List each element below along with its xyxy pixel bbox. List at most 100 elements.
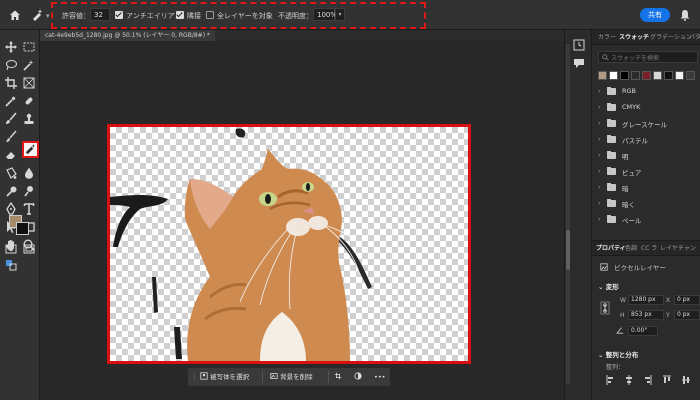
align-middle-icon[interactable] xyxy=(682,375,690,385)
align-left-icon[interactable] xyxy=(606,375,614,385)
recent-color-swatch[interactable] xyxy=(642,71,651,80)
blur-tool-icon[interactable] xyxy=(22,166,36,180)
recent-color-swatch[interactable] xyxy=(686,71,695,80)
gradient-tool-icon[interactable] xyxy=(4,166,18,180)
swatch-group-item[interactable]: › 明 xyxy=(598,150,698,162)
brush-tool-icon[interactable] xyxy=(4,112,18,126)
recent-color-swatch[interactable] xyxy=(609,71,618,80)
tool-preset-caret-icon[interactable]: ▾ xyxy=(46,12,50,20)
tab-swatches[interactable]: スウォッチ xyxy=(619,30,649,45)
eraser-tool-icon[interactable] xyxy=(4,148,18,162)
history-brush-tool-icon[interactable] xyxy=(4,130,18,144)
recent-color-swatch[interactable] xyxy=(620,71,629,80)
select-subject-button[interactable]: 被写体を選択 xyxy=(200,370,249,384)
swatch-group-item[interactable]: › CMYK xyxy=(598,102,698,114)
crop-options-icon[interactable] xyxy=(334,370,342,384)
adjustment-icon[interactable] xyxy=(354,370,362,384)
share-button[interactable]: 共有 xyxy=(640,8,670,22)
swatch-group-item[interactable]: › ペール xyxy=(598,214,698,226)
y-field[interactable]: 0 px xyxy=(674,310,700,320)
tab-layers[interactable]: レイヤ xyxy=(660,241,678,256)
swatch-group-item[interactable]: › RGB xyxy=(598,86,698,98)
tab-channels[interactable]: チャン xyxy=(678,241,696,256)
drag-handle-icon[interactable]: ⋮ xyxy=(191,370,198,384)
tab-adjustments[interactable]: 色調 xyxy=(625,241,637,256)
frame-tool-icon[interactable] xyxy=(22,76,36,90)
move-tool-icon[interactable] xyxy=(4,40,18,54)
quick-selection-tool-icon[interactable] xyxy=(22,58,36,72)
expand-arrow-icon[interactable]: › xyxy=(598,104,600,111)
swatch-group-item[interactable]: › パステル xyxy=(598,134,698,146)
stamp-tool-icon[interactable] xyxy=(22,112,36,126)
opacity-input[interactable]: 100% xyxy=(313,8,337,21)
expand-arrow-icon[interactable]: › xyxy=(598,88,600,95)
swatch-search-input[interactable]: スウォッチを検索 xyxy=(598,51,698,63)
align-top-icon[interactable] xyxy=(663,375,671,385)
screen-mode-icon[interactable] xyxy=(22,242,36,256)
contiguous-checkbox[interactable] xyxy=(176,11,184,19)
expand-arrow-icon[interactable]: › xyxy=(598,216,600,223)
width-label: W xyxy=(620,297,626,304)
document-canvas-image[interactable] xyxy=(107,124,471,364)
recent-color-swatch[interactable] xyxy=(675,71,684,80)
eyedropper-tool-icon[interactable] xyxy=(4,94,18,108)
tab-gradients[interactable]: グラデーション xyxy=(650,30,692,45)
document-tab[interactable]: cat-4e9eb5d_1280.jpg @ 50.1% (レイヤー 0, RG… xyxy=(40,30,215,41)
opacity-dropdown-icon[interactable]: ▾ xyxy=(335,8,345,21)
width-field[interactable]: 1280 px xyxy=(628,295,664,305)
expand-arrow-icon[interactable]: › xyxy=(598,184,600,191)
align-center-icon[interactable] xyxy=(625,375,633,385)
quick-mask-icon[interactable] xyxy=(4,242,18,256)
recent-color-swatch[interactable] xyxy=(653,71,662,80)
home-icon[interactable] xyxy=(8,8,22,22)
type-tool-icon[interactable] xyxy=(22,202,36,216)
expand-arrow-icon[interactable]: › xyxy=(598,136,600,143)
bell-icon[interactable] xyxy=(680,9,690,21)
tab-properties[interactable]: プロパティ xyxy=(596,241,626,256)
height-field[interactable]: 853 px xyxy=(628,310,664,320)
tab-color[interactable]: カラー xyxy=(598,30,616,45)
swatch-group-label: 明 xyxy=(622,153,629,161)
background-color-swatch[interactable] xyxy=(16,222,29,235)
recent-color-swatch[interactable] xyxy=(631,71,640,80)
healing-brush-tool-icon[interactable] xyxy=(22,94,36,108)
dodge-tool-icon[interactable] xyxy=(4,184,18,198)
transform-section-title[interactable]: ⌄ 変形 xyxy=(598,281,619,291)
swatch-group-item[interactable]: › 暗く xyxy=(598,198,698,210)
edit-toolbar-icon[interactable] xyxy=(4,258,18,272)
expand-arrow-icon[interactable]: › xyxy=(598,120,600,127)
expand-arrow-icon[interactable]: › xyxy=(598,152,600,159)
more-options-button[interactable]: ••• xyxy=(374,370,386,384)
align-right-icon[interactable] xyxy=(644,375,652,385)
magic-eraser-tool-icon[interactable] xyxy=(30,8,44,22)
all-layers-checkbox[interactable] xyxy=(206,11,214,19)
remove-background-button[interactable]: 背景を削除 xyxy=(270,370,313,384)
swatch-group-label: ピュア xyxy=(622,169,642,177)
expand-arrow-icon[interactable]: › xyxy=(598,168,600,175)
canvas-scrollbar[interactable] xyxy=(566,44,570,384)
canvas-scrollbar-thumb[interactable] xyxy=(566,230,570,270)
align-section-title[interactable]: ⌄ 整列と分布 xyxy=(598,349,638,359)
recent-color-swatch[interactable] xyxy=(598,71,607,80)
x-field[interactable]: 0 px xyxy=(674,295,700,305)
tolerance-input[interactable]: 32 xyxy=(90,8,110,21)
comments-panel-icon[interactable] xyxy=(572,56,586,70)
pen-tool-icon[interactable] xyxy=(4,201,18,216)
antialias-checkbox[interactable] xyxy=(115,11,123,19)
link-proportions-icon[interactable] xyxy=(600,301,610,315)
angle-field[interactable]: 0.00° xyxy=(628,326,658,336)
marquee-tool-icon[interactable] xyxy=(22,40,36,54)
swatch-group-item[interactable]: › グレースケール xyxy=(598,118,698,130)
history-panel-icon[interactable] xyxy=(572,38,586,52)
tab-cc-libraries[interactable]: CC ラ xyxy=(641,241,657,256)
tab-patterns[interactable]: パターン xyxy=(689,30,700,45)
swatch-group-item[interactable]: › ピュア xyxy=(598,166,698,178)
expand-arrow-icon[interactable]: › xyxy=(598,200,600,207)
recent-color-swatch[interactable] xyxy=(664,71,673,80)
magic-eraser-tool-highlight[interactable] xyxy=(22,141,39,158)
lasso-tool-icon[interactable] xyxy=(4,58,18,72)
crop-tool-icon[interactable] xyxy=(4,76,18,90)
swatch-group-item[interactable]: › 暗 xyxy=(598,182,698,194)
contiguous-label: 隣接 xyxy=(187,12,201,20)
dodge-tool-2-icon[interactable] xyxy=(22,184,36,198)
